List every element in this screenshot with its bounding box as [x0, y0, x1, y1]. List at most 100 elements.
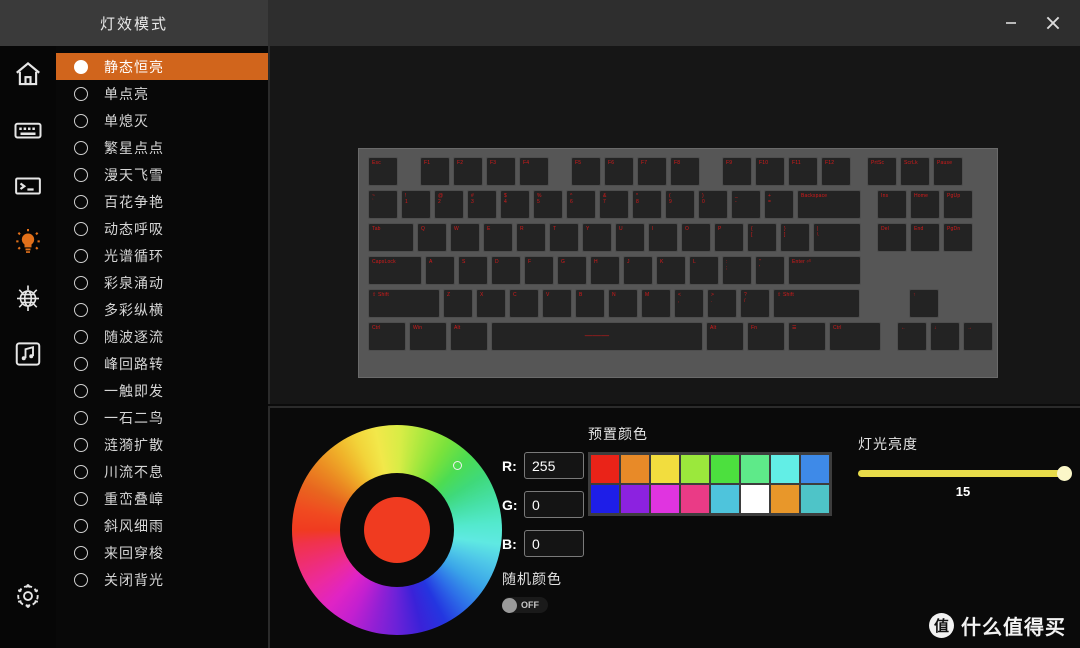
keyboard-key[interactable]: U	[615, 223, 645, 252]
keyboard-key[interactable]: M	[641, 289, 671, 318]
radio-icon[interactable]	[74, 356, 88, 371]
b-input[interactable]	[524, 530, 584, 557]
radio-icon[interactable]	[74, 491, 88, 506]
color-wheel-marker[interactable]	[453, 461, 462, 470]
keyboard-key[interactable]: G	[557, 256, 587, 285]
radio-icon[interactable]	[74, 275, 88, 290]
preset-swatch[interactable]	[681, 485, 709, 513]
mode-item[interactable]: 一触即发	[56, 377, 268, 404]
keyboard-key[interactable]: ←	[897, 322, 927, 351]
preset-swatch[interactable]	[741, 485, 769, 513]
radio-icon[interactable]	[74, 410, 88, 425]
preset-swatch[interactable]	[711, 455, 739, 483]
keyboard-key[interactable]: @ 2	[434, 190, 464, 219]
keyboard-key[interactable]: Q	[417, 223, 447, 252]
keyboard-key[interactable]: PrtSc	[867, 157, 897, 186]
home-icon[interactable]	[0, 46, 56, 102]
keyboard-key[interactable]: ———	[491, 322, 703, 351]
keyboard-key[interactable]: Alt	[706, 322, 744, 351]
radio-icon[interactable]	[74, 59, 88, 74]
keyboard-key[interactable]: Ctrl	[829, 322, 881, 351]
mode-item[interactable]: 繁星点点	[56, 134, 268, 161]
radio-icon[interactable]	[74, 167, 88, 182]
keyboard-key[interactable]: ? /	[740, 289, 770, 318]
keyboard-key[interactable]: Esc	[368, 157, 398, 186]
radio-icon[interactable]	[74, 140, 88, 155]
keyboard-key[interactable]: PgDn	[943, 223, 973, 252]
radio-icon[interactable]	[74, 437, 88, 452]
mode-item[interactable]: 川流不息	[56, 458, 268, 485]
keyboard-key[interactable]: ↑	[909, 289, 939, 318]
terminal-icon[interactable]	[0, 158, 56, 214]
radio-icon[interactable]	[74, 194, 88, 209]
mode-item[interactable]: 涟漪扩散	[56, 431, 268, 458]
keyboard-key[interactable]: Del	[877, 223, 907, 252]
mode-item[interactable]: 一石二鸟	[56, 404, 268, 431]
keyboard-key[interactable]: F7	[637, 157, 667, 186]
keyboard-key[interactable]: * 8	[632, 190, 662, 219]
keyboard-key[interactable]: R	[516, 223, 546, 252]
keyboard-key[interactable]: F5	[571, 157, 601, 186]
mode-item[interactable]: 单点亮	[56, 80, 268, 107]
keyboard-key[interactable]: Alt	[450, 322, 488, 351]
keyboard-key[interactable]: Win	[409, 322, 447, 351]
keyboard-key[interactable]: F6	[604, 157, 634, 186]
mode-item[interactable]: 重峦叠嶂	[56, 485, 268, 512]
brightness-slider[interactable]	[858, 466, 1072, 481]
keyboard-key[interactable]: A	[425, 256, 455, 285]
keyboard-key[interactable]: →	[963, 322, 993, 351]
radio-icon[interactable]	[74, 518, 88, 533]
keyboard-key[interactable]: < ,	[674, 289, 704, 318]
keyboard-key[interactable]: Pause	[933, 157, 963, 186]
preset-swatch[interactable]	[771, 485, 799, 513]
radio-icon[interactable]	[74, 302, 88, 317]
keyboard-key[interactable]: F9	[722, 157, 752, 186]
preset-swatch[interactable]	[801, 455, 829, 483]
keyboard-key[interactable]: # 3	[467, 190, 497, 219]
mode-item[interactable]: 斜风细雨	[56, 512, 268, 539]
keyboard-icon[interactable]	[0, 102, 56, 158]
mode-item[interactable]: 峰回路转	[56, 350, 268, 377]
radio-icon[interactable]	[74, 86, 88, 101]
keyboard-key[interactable]: F11	[788, 157, 818, 186]
globe-icon[interactable]	[0, 270, 56, 326]
keyboard-key[interactable]: P	[714, 223, 744, 252]
mode-item[interactable]: 动态呼吸	[56, 215, 268, 242]
keyboard-key[interactable]: CapsLock	[368, 256, 422, 285]
keyboard-key[interactable]: ☰	[788, 322, 826, 351]
keyboard-key[interactable]: Ins	[877, 190, 907, 219]
preset-swatch[interactable]	[801, 485, 829, 513]
keyboard-key[interactable]: > .	[707, 289, 737, 318]
keyboard-key[interactable]: B	[575, 289, 605, 318]
keyboard-key[interactable]: Y	[582, 223, 612, 252]
keyboard-key[interactable]: C	[509, 289, 539, 318]
preset-swatch[interactable]	[771, 455, 799, 483]
keyboard-key[interactable]: I	[648, 223, 678, 252]
radio-icon[interactable]	[74, 572, 88, 587]
keyboard-key[interactable]: F12	[821, 157, 851, 186]
random-color-toggle[interactable]: OFF	[502, 597, 548, 613]
preset-swatch[interactable]	[591, 485, 619, 513]
gear-icon[interactable]	[0, 568, 56, 624]
radio-icon[interactable]	[74, 464, 88, 479]
keyboard-key[interactable]: Enter ⏎	[788, 256, 861, 285]
keyboard-key[interactable]: ^ 6	[566, 190, 596, 219]
keyboard-key[interactable]: O	[681, 223, 711, 252]
keyboard-key[interactable]: N	[608, 289, 638, 318]
keyboard-key[interactable]: % 5	[533, 190, 563, 219]
close-button[interactable]	[1040, 10, 1066, 36]
keyboard-key[interactable]: S	[458, 256, 488, 285]
keyboard-key[interactable]: L	[689, 256, 719, 285]
preset-swatch[interactable]	[741, 455, 769, 483]
keyboard-key[interactable]: F1	[420, 157, 450, 186]
mode-item[interactable]: 随波逐流	[56, 323, 268, 350]
radio-icon[interactable]	[74, 383, 88, 398]
preset-swatch[interactable]	[651, 485, 679, 513]
keyboard-key[interactable]: V	[542, 289, 572, 318]
keyboard-key[interactable]: D	[491, 256, 521, 285]
keyboard-diagram[interactable]: Esc F1 F2 F3 F4 F5 F6 F7 F8 F9 F10 F11 F12 PrtSc ScrLk…	[358, 148, 998, 378]
keyboard-key[interactable]: F8	[670, 157, 700, 186]
lightbulb-icon[interactable]	[0, 214, 56, 270]
keyboard-key[interactable]: J	[623, 256, 653, 285]
radio-icon[interactable]	[74, 329, 88, 344]
